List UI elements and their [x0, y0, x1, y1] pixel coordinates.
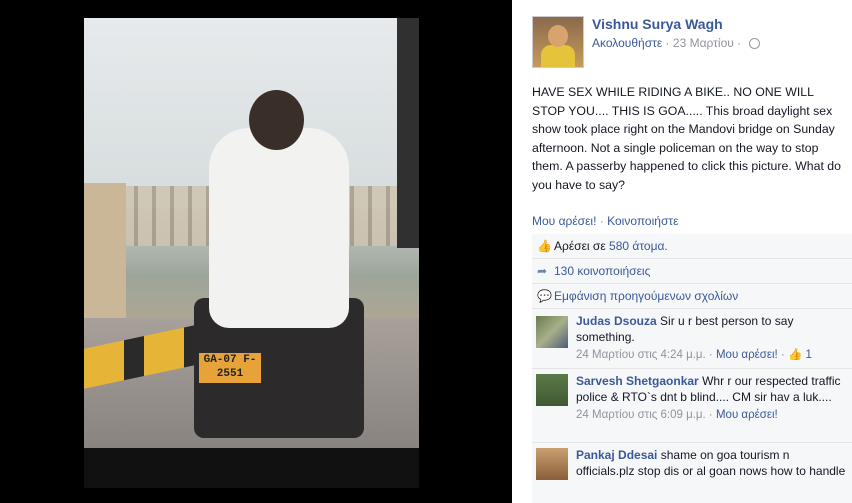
- photo-rider: [209, 128, 349, 328]
- share-arrow-icon: ➦: [537, 264, 548, 278]
- post-date[interactable]: 23 Μαρτίου: [673, 36, 734, 50]
- author-name[interactable]: Vishnu Surya Wagh: [592, 16, 723, 32]
- post-meta: Ακολουθήστε · 23 Μαρτίου ·: [592, 36, 760, 50]
- commenter-avatar[interactable]: [536, 316, 568, 348]
- author-avatar[interactable]: [532, 16, 584, 68]
- comment-time[interactable]: 24 Μαρτίου στις 6:09 μ.μ.: [576, 409, 706, 421]
- comment-bubble-icon: 💬: [537, 289, 552, 303]
- action-separator: ·: [599, 214, 604, 228]
- meta-separator: ·: [665, 36, 670, 50]
- feedback-box: 👍 Αρέσει σε 580 άτομα. ➦ 130 κοινοποιήσεις…: [532, 234, 852, 503]
- comment-time[interactable]: 24 Μαρτίου στις 4:24 μ.μ.: [576, 349, 706, 361]
- thumbs-up-icon: 👍: [537, 239, 552, 253]
- comment-item: Sarvesh Shetgaonkar Whr r our respected …: [532, 368, 852, 443]
- post-text: HAVE SEX WHILE RIDING A BIKE.. NO ONE WI…: [532, 85, 841, 192]
- photo-bridge-pillar: [84, 183, 126, 333]
- avatar-body: [541, 45, 575, 67]
- shares-summary: ➦ 130 κοινοποιήσεις: [532, 259, 852, 284]
- comment-body: Pankaj Ddesai shame on goa tourism n off…: [576, 447, 846, 479]
- likes-prefix: Αρέσει σε: [554, 239, 610, 253]
- comment-item: Judas Dsouza Sir u r best person to say …: [532, 310, 852, 369]
- commenter-avatar[interactable]: [536, 448, 568, 480]
- photo-car-dashboard: [84, 448, 419, 488]
- comment-like-count[interactable]: 1: [806, 349, 812, 361]
- globe-icon[interactable]: [748, 38, 760, 50]
- commenter-name[interactable]: Sarvesh Shetgaonkar: [576, 374, 699, 388]
- comment-item: Pankaj Ddesai shame on goa tourism n off…: [532, 442, 852, 503]
- post-actions: Μου αρέσει! · Κοινοποιήστε: [532, 214, 678, 228]
- likes-summary: 👍 Αρέσει σε 580 άτομα.: [532, 234, 852, 259]
- commenter-avatar[interactable]: [536, 374, 568, 406]
- photo-rider-head: [249, 90, 304, 150]
- commenter-name[interactable]: Pankaj Ddesai: [576, 448, 657, 462]
- comment-like-button[interactable]: Μου αρέσει!: [716, 409, 778, 421]
- share-button[interactable]: Κοινοποιήστε: [607, 214, 678, 228]
- follow-link[interactable]: Ακολουθήστε: [592, 36, 662, 50]
- meta-separator: ·: [737, 36, 742, 50]
- photo-viewer: GA-07 F-2551: [0, 0, 512, 503]
- comment-like-button[interactable]: Μου αρέσει!: [716, 349, 778, 361]
- post-sidebar: Vishnu Surya Wagh Ακολουθήστε · 23 Μαρτί…: [512, 0, 852, 503]
- avatar-face: [548, 25, 568, 47]
- likes-count-link[interactable]: 580 άτομα.: [609, 239, 668, 253]
- comment-body: Judas Dsouza Sir u r best person to say …: [576, 313, 846, 363]
- comment-body: Sarvesh Shetgaonkar Whr r our respected …: [576, 373, 846, 423]
- photo-pole: [397, 18, 419, 248]
- commenter-name[interactable]: Judas Dsouza: [576, 314, 657, 328]
- post-photo[interactable]: GA-07 F-2551: [84, 18, 419, 488]
- view-previous-comments: 💬 Εμφάνιση προηγούμενων σχολίων: [532, 284, 852, 309]
- shares-count-link[interactable]: 130 κοινοποιήσεις: [554, 264, 650, 278]
- comment-meta: 24 Μαρτίου στις 4:24 μ.μ. · Μου αρέσει! …: [576, 349, 812, 361]
- comment-meta: 24 Μαρτίου στις 6:09 μ.μ. · Μου αρέσει!: [576, 409, 778, 421]
- view-previous-comments-link[interactable]: Εμφάνιση προηγούμενων σχολίων: [554, 289, 738, 303]
- like-button[interactable]: Μου αρέσει!: [532, 214, 596, 228]
- thumbs-up-icon: 👍: [787, 349, 803, 361]
- photo-license-plate: GA-07 F-2551: [199, 353, 261, 383]
